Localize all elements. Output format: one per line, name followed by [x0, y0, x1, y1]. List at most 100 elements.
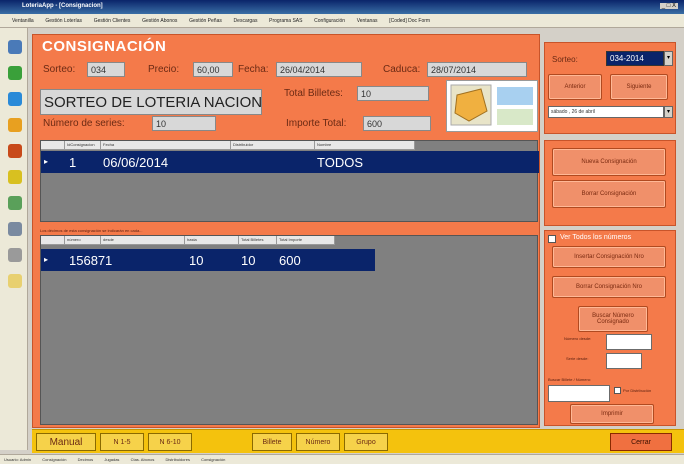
column-header[interactable]: Nombre	[315, 141, 415, 150]
form-title: CONSIGNACIÓN	[42, 38, 167, 55]
printer-icon[interactable]	[8, 248, 22, 262]
total-billetes-label: Total Billetes:	[284, 88, 343, 99]
column-header[interactable]: IdConsignacion	[65, 141, 101, 150]
status-bar: Usuario: Admin Consignación Decimos Juga…	[0, 454, 684, 464]
chevron-down-icon[interactable]: ▾	[664, 51, 673, 66]
row-marker: ▸	[44, 255, 49, 264]
importe-total-field[interactable]	[363, 116, 431, 131]
fecha-label: Fecha:	[238, 64, 269, 75]
manual-button[interactable]: Manual	[36, 433, 96, 451]
por-distribucion-checkbox[interactable]	[614, 387, 621, 394]
window-controls[interactable]: _ □ X	[659, 3, 678, 9]
menu-item-configuracion[interactable]: Configuración	[314, 18, 345, 24]
menu-item-descargas[interactable]: Descargas	[234, 18, 258, 24]
ver-todos-label: Ver Todos los números	[560, 234, 632, 241]
menu-item-penas[interactable]: Gestión Peñas	[189, 18, 222, 24]
status-item[interactable]: Decimos	[78, 457, 94, 462]
table-row[interactable]: ▸ 15687 1 10 10 600	[41, 249, 375, 271]
column-header[interactable]: número	[65, 236, 101, 245]
euro-icon[interactable]	[8, 170, 22, 184]
menu-item-abonos[interactable]: Gestión Abonos	[142, 18, 177, 24]
cell-hasta: 10	[189, 253, 204, 268]
numero-button[interactable]: Número	[296, 433, 340, 451]
consignaciones-grid[interactable]: IdConsignacion Fecha Distribuidor Nombre…	[40, 140, 539, 222]
status-item: Usuario: Admin	[4, 457, 32, 462]
cerrar-button[interactable]: Cerrar	[610, 433, 672, 451]
status-item[interactable]: Consignación	[42, 457, 66, 462]
menu-item-loterias[interactable]: Gestión Loterías	[45, 18, 82, 24]
numeros-grid[interactable]: número desde hasta Total Billetes Total …	[40, 235, 538, 425]
cell-numero: 15687	[69, 253, 106, 268]
status-item[interactable]: Ctas. Abonos	[131, 457, 155, 462]
sorteo-select[interactable]: 034-2014	[606, 51, 664, 66]
cell-desde: 1	[105, 253, 113, 268]
users-icon[interactable]	[8, 92, 22, 106]
anterior-button[interactable]: Anterior	[548, 74, 602, 100]
n1-5-button[interactable]: N 1-5	[100, 433, 144, 451]
importe-total-label: Importe Total:	[286, 118, 347, 129]
left-toolbar	[0, 28, 28, 450]
cell-nombre: TODOS	[317, 155, 363, 170]
insertar-consignacion-nro-button[interactable]: Insertar Consignación Nro	[552, 246, 666, 268]
sorteo-name-field[interactable]: SORTEO DE LOTERIA NACIONAL	[40, 89, 262, 115]
buscar-libre-input[interactable]	[548, 385, 610, 402]
sorteo-map-image	[446, 80, 538, 132]
fecha-select[interactable]: sábado , 26 de abril	[548, 106, 664, 118]
menu-item-ventanas[interactable]: Ventanas	[357, 18, 378, 24]
bottom-toolbar: Manual N 1-5 N 6-10 Billete Número Grupo…	[32, 429, 684, 453]
buscar-numero-button[interactable]: Buscar Número Consignado	[578, 306, 648, 332]
serie-desde-label: Serie desde:	[566, 356, 589, 361]
column-header[interactable]: hasta	[185, 236, 239, 245]
num-series-label: Número de series:	[43, 118, 125, 129]
cell-total-billetes: 10	[241, 253, 256, 268]
numero-desde-label: Número desde:	[564, 336, 592, 341]
cell-id: 1	[69, 155, 77, 170]
chevron-down-icon[interactable]: ▾	[664, 106, 673, 118]
menu-item-doc[interactable]: [Coded] Doc Form	[389, 18, 430, 24]
fecha-field[interactable]	[276, 62, 362, 77]
column-header[interactable]: desde	[101, 236, 185, 245]
table-row[interactable]: ▸ 1 06/06/2014 TODOS	[41, 151, 539, 173]
menu-item-clientes[interactable]: Gestión Clientes	[94, 18, 131, 24]
ticket-icon[interactable]	[8, 66, 22, 80]
num-series-field[interactable]	[152, 116, 216, 131]
sorteo-field[interactable]	[87, 62, 125, 77]
coins-icon[interactable]	[8, 118, 22, 132]
document-icon[interactable]	[8, 274, 22, 288]
network-icon[interactable]	[8, 196, 22, 210]
caduca-field[interactable]	[427, 62, 527, 77]
siguiente-button[interactable]: Siguiente	[610, 74, 668, 100]
n6-10-button[interactable]: N 6-10	[148, 433, 192, 451]
column-header[interactable]: Total Importe	[277, 236, 335, 245]
ver-todos-checkbox[interactable]	[548, 235, 556, 243]
row-marker: ▸	[44, 157, 49, 166]
column-header[interactable]: Distribuidor	[231, 141, 315, 150]
precio-field[interactable]	[193, 62, 233, 77]
sorteo-label: Sorteo:	[43, 64, 76, 75]
billete-button[interactable]: Billete	[252, 433, 292, 451]
cell-total-importe: 600	[279, 253, 301, 268]
status-item[interactable]: Distribuidores	[165, 457, 189, 462]
cell-fecha: 06/06/2014	[103, 155, 169, 170]
group-icon[interactable]	[8, 144, 22, 158]
window-title: LoteriaApp - [Consignacion]	[22, 3, 103, 9]
caduca-label: Caduca:	[383, 64, 421, 75]
total-billetes-field[interactable]	[357, 86, 429, 101]
column-header[interactable]: Fecha	[101, 141, 231, 150]
menu-item-ventanilla[interactable]: Ventanilla	[12, 18, 34, 24]
window-title-bar: LoteriaApp - [Consignacion]	[0, 0, 684, 14]
borrar-consignacion-button[interactable]: Borrar Consignación	[552, 180, 666, 208]
borrar-consignacion-nro-button[interactable]: Borrar Consignación Nro	[552, 276, 666, 298]
menu-item-programa[interactable]: Programa SAS	[269, 18, 302, 24]
column-header[interactable]: Total Billetes	[239, 236, 277, 245]
status-item[interactable]: Consignación	[201, 457, 225, 462]
nueva-consignacion-button[interactable]: Nueva Consignación	[552, 148, 666, 176]
imprimir-button[interactable]: Imprimir	[570, 404, 654, 424]
status-item[interactable]: Jugadas	[104, 457, 119, 462]
serie-desde-input[interactable]	[606, 353, 642, 369]
precio-label: Precio:	[148, 64, 180, 75]
numero-desde-input[interactable]	[606, 334, 652, 350]
ventanilla-icon[interactable]	[8, 40, 22, 54]
grupo-button[interactable]: Grupo	[344, 433, 388, 451]
calculator-icon[interactable]	[8, 222, 22, 236]
